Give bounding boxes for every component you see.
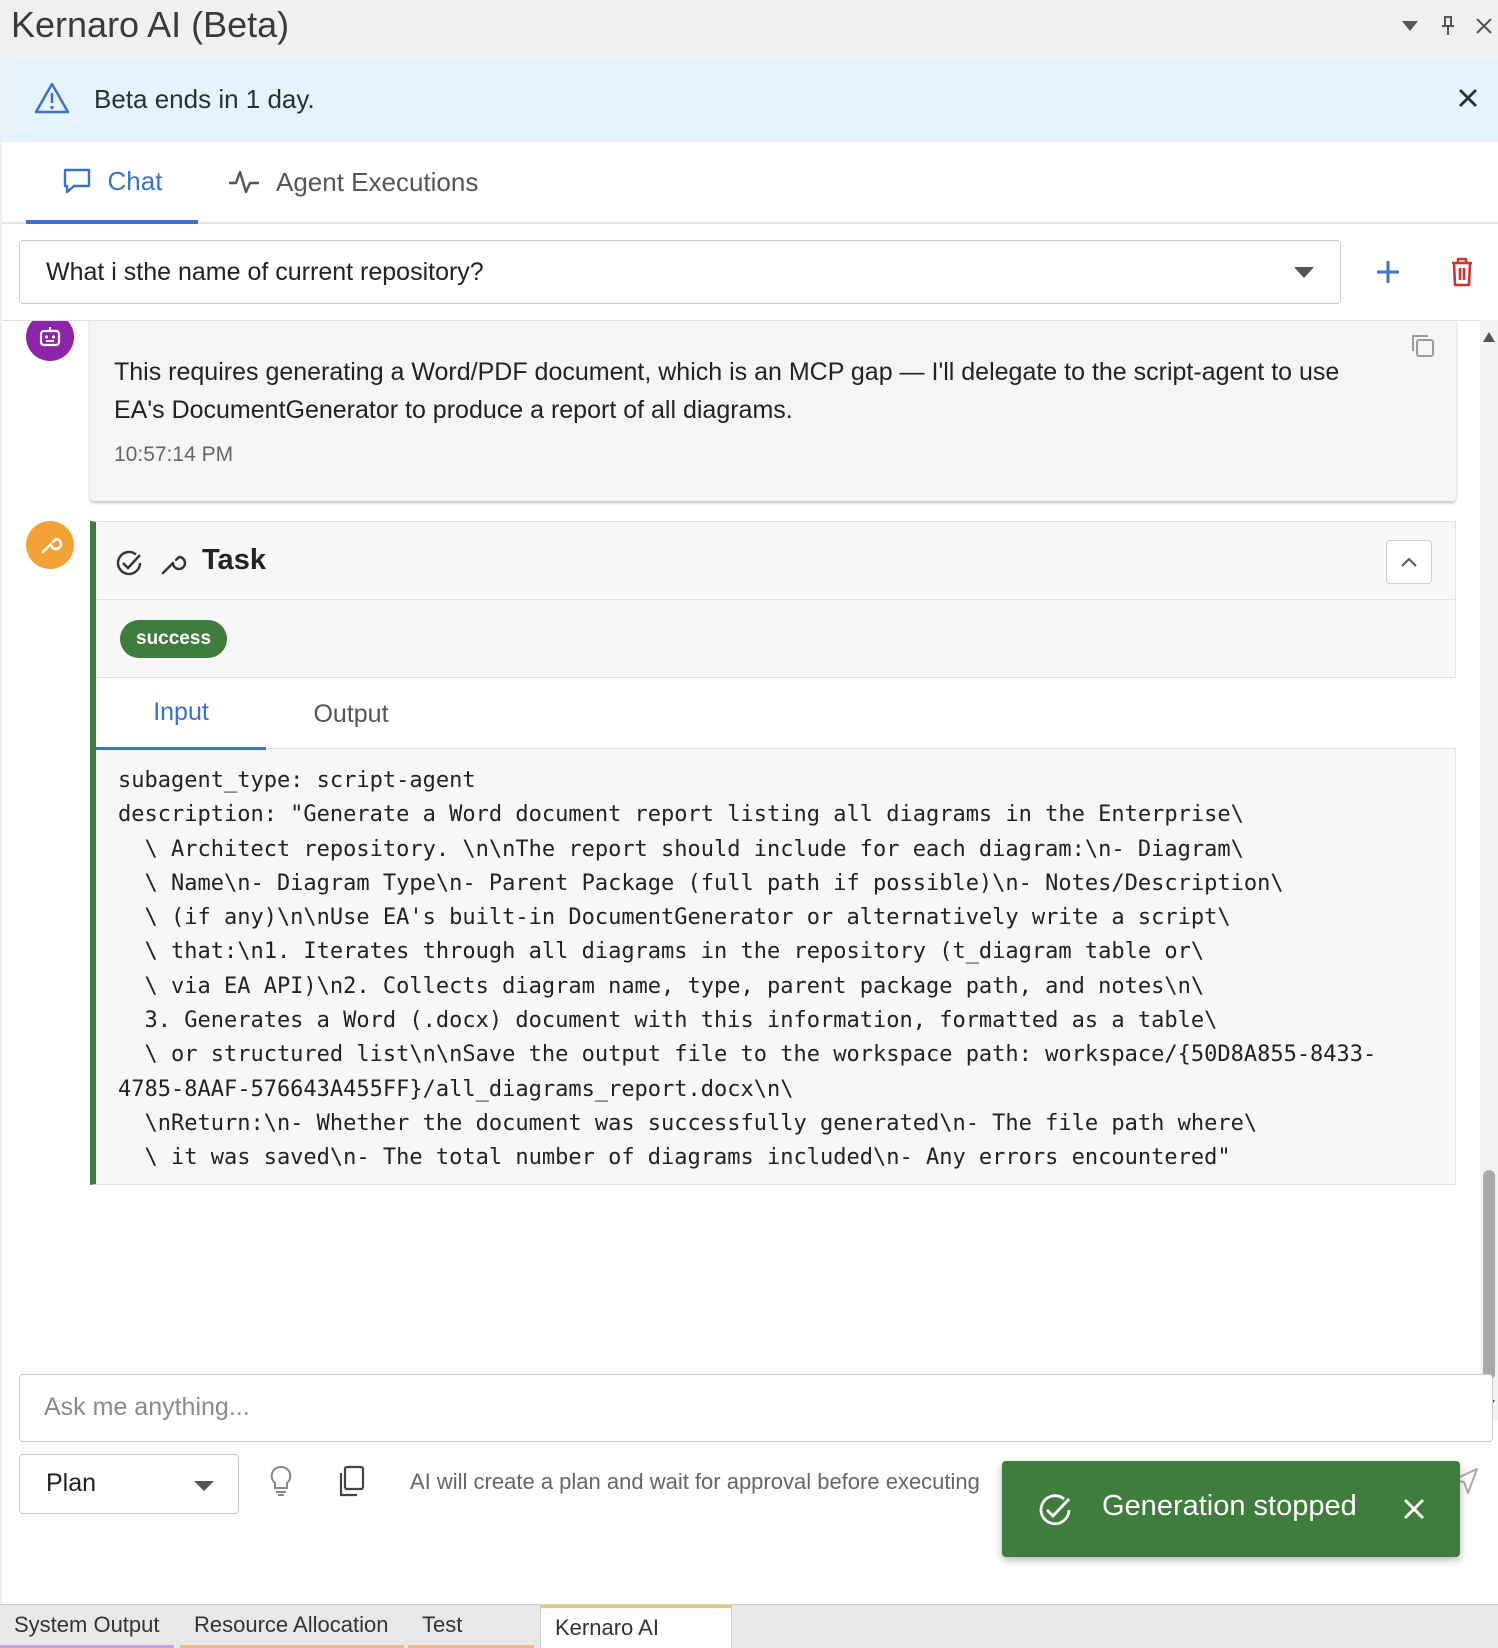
collapse-button[interactable]: [1386, 540, 1432, 584]
wrench-icon: [41, 537, 63, 554]
kernaro-panel: Beta ends in 1 day. Chat Agent Execution…: [2, 56, 1498, 1604]
chat-input-field[interactable]: [44, 1393, 944, 1422]
assistant-avatar: [26, 321, 74, 361]
task-input-content: subagent_type: script-agent description:…: [118, 768, 1377, 1171]
task-title: Task: [202, 544, 266, 576]
dock-tab-test-cases[interactable]: Test Cases: [408, 1605, 534, 1648]
close-icon[interactable]: [1470, 12, 1498, 40]
dock-tab-system-output[interactable]: System Output: [0, 1605, 174, 1648]
wrench-icon: [158, 548, 188, 583]
mode-select[interactable]: Plan: [19, 1454, 239, 1514]
task-header[interactable]: Task: [96, 522, 1456, 600]
plus-icon: [1377, 261, 1399, 283]
status-badge: success: [120, 620, 228, 658]
chevron-down-icon: [194, 1481, 214, 1491]
dock-tabs: System Output Resource Allocation Test C…: [0, 1604, 1498, 1648]
copy-icon[interactable]: [1408, 331, 1438, 361]
dock-tab-resource-allocation[interactable]: Resource Allocation: [180, 1605, 404, 1648]
dropdown-icon[interactable]: [1396, 12, 1424, 40]
check-circle-icon: [1036, 1491, 1074, 1534]
chat-area[interactable]: This requires generating a Word/PDF docu…: [2, 320, 1498, 1420]
warning-icon: [34, 82, 70, 119]
message-text: This requires generating a Word/PDF docu…: [114, 358, 1340, 424]
chat-scrollbar[interactable]: [1480, 320, 1498, 1420]
tab-chat-label: Chat: [107, 165, 163, 196]
window-title: Kernaro AI (Beta): [11, 4, 290, 45]
new-chat-button[interactable]: [1368, 252, 1408, 292]
session-select[interactable]: What i sthe name of current repository?: [19, 240, 1341, 304]
mode-selected-value: Plan: [46, 1469, 97, 1497]
chevron-up-icon: [1401, 557, 1417, 567]
clipboard-icon[interactable]: [336, 1464, 366, 1503]
window-titlebar: Kernaro AI (Beta): [0, 0, 1498, 54]
tab-output[interactable]: Output: [266, 678, 436, 750]
banner-message: Beta ends in 1 day.: [94, 84, 315, 114]
task-subtabs: Input Output: [96, 677, 1456, 750]
assistant-message: This requires generating a Word/PDF docu…: [90, 321, 1456, 501]
check-circle-icon: [114, 548, 144, 583]
chat-input[interactable]: [19, 1374, 1493, 1442]
scrollbar-thumb[interactable]: [1483, 1170, 1495, 1380]
session-selected-value: What i sthe name of current repository?: [46, 258, 484, 286]
beta-banner: Beta ends in 1 day.: [2, 56, 1498, 142]
toast-message: Generation stopped: [1102, 1490, 1357, 1522]
chevron-down-icon: [1294, 267, 1314, 278]
chat-icon: [62, 167, 92, 195]
trash-icon: [1452, 257, 1472, 287]
tab-agent-executions-label: Agent Executions: [276, 166, 479, 197]
message-time: 10:57:14 PM: [114, 443, 234, 466]
delete-chat-button[interactable]: [1442, 252, 1482, 292]
tool-avatar: [26, 521, 74, 569]
robot-icon: [39, 327, 61, 347]
generation-toast: Generation stopped: [1002, 1461, 1460, 1557]
mode-hint: AI will create a plan and wait for appro…: [410, 1469, 980, 1494]
main-tabs: Chat Agent Executions: [2, 142, 1498, 224]
dock-tab-kernaro-ai[interactable]: Kernaro AI (Beta): [540, 1605, 732, 1648]
banner-close-icon[interactable]: [1452, 82, 1484, 114]
toast-close-icon[interactable]: [1398, 1493, 1430, 1530]
pin-icon[interactable]: [1434, 12, 1462, 40]
task-card: Task success Input Output subagent_type:…: [90, 521, 1456, 1185]
activity-icon: [228, 168, 260, 196]
tab-input[interactable]: Input: [96, 678, 266, 750]
tab-agent-executions[interactable]: Agent Executions: [228, 142, 498, 222]
scroll-up-icon[interactable]: [1483, 332, 1495, 342]
lightbulb-icon[interactable]: [268, 1464, 294, 1503]
tab-chat[interactable]: Chat: [26, 142, 198, 224]
